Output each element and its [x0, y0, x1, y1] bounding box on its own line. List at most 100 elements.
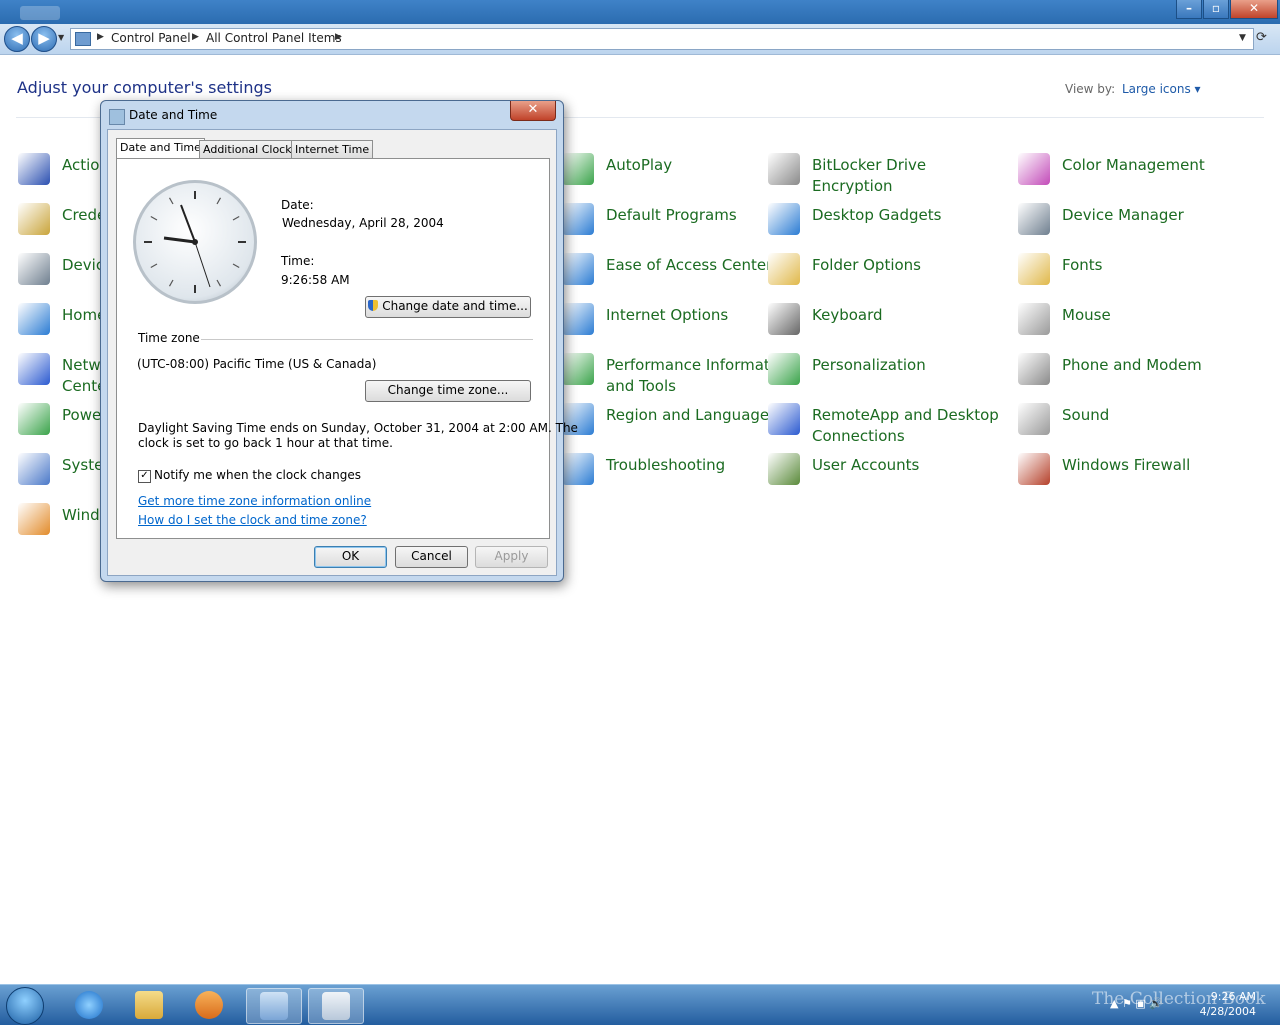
breadcrumb-separator-icon: ▶: [97, 32, 104, 42]
tab-internet-time[interactable]: Internet Time: [291, 140, 374, 159]
control-panel-item[interactable]: Desktop Gadgets: [768, 203, 1008, 247]
breadcrumb-control-panel[interactable]: Control Panel: [111, 31, 191, 45]
back-button[interactable]: ◀: [4, 26, 30, 52]
analog-clock: [133, 180, 257, 304]
control-panel-item[interactable]: AutoPlay: [562, 153, 802, 197]
item-icon: [562, 453, 594, 485]
item-label: RemoteApp and Desktop Connections: [812, 406, 999, 445]
item-icon: [768, 253, 800, 285]
control-panel-item[interactable]: Personalization: [768, 353, 1008, 397]
control-panel-item[interactable]: Performance Information and Tools: [562, 353, 802, 397]
item-icon: [1018, 153, 1050, 185]
control-panel-item[interactable]: Folder Options: [768, 253, 1008, 297]
notification-area[interactable]: ▲ ⚑ ▣ 🔊: [1110, 997, 1163, 1010]
address-bar[interactable]: ▶ Control Panel ▶ All Control Panel Item…: [70, 28, 1254, 50]
item-label: Sound: [1062, 406, 1110, 424]
control-panel-item[interactable]: BitLocker Drive Encryption: [768, 153, 1008, 197]
control-panel-item[interactable]: Phone and Modem: [1018, 353, 1258, 397]
dialog-close-button[interactable]: ✕: [510, 101, 556, 121]
taskbar-internet-explorer[interactable]: [62, 988, 116, 1022]
view-by-label: View by:: [1065, 82, 1116, 96]
time-value: 9:26:58 AM: [281, 273, 350, 287]
breadcrumb-all-items[interactable]: All Control Panel Items: [206, 31, 342, 45]
notify-checkbox[interactable]: ✓: [138, 470, 151, 483]
control-panel-item[interactable]: Ease of Access Center: [562, 253, 802, 297]
date-label: Date:: [281, 198, 314, 212]
how-to-set-clock-link[interactable]: How do I set the clock and time zone?: [138, 513, 367, 527]
item-icon: [1018, 303, 1050, 335]
close-button[interactable]: ✕: [1230, 0, 1278, 19]
item-icon: [1018, 203, 1050, 235]
item-label: Device Manager: [1062, 206, 1184, 224]
date-time-icon: [109, 109, 125, 125]
item-icon: [562, 353, 594, 385]
address-dropdown-icon[interactable]: ▼: [1239, 33, 1246, 43]
view-by-dropdown[interactable]: Large icons ▾: [1122, 82, 1201, 96]
tab-additional-clocks[interactable]: Additional Clocks: [199, 140, 302, 159]
control-panel-icon: [75, 32, 91, 46]
time-label: Time:: [281, 254, 315, 268]
control-panel-item[interactable]: Keyboard: [768, 303, 1008, 347]
dialog-client: Date and Time Additional Clocks Internet…: [107, 129, 578, 576]
item-icon: [768, 303, 800, 335]
taskbar-clock[interactable]: 9:26 AM 4/28/2004: [1196, 989, 1256, 1019]
cancel-button[interactable]: Cancel: [395, 546, 468, 568]
item-icon: [18, 203, 50, 235]
time-zone-info-link[interactable]: Get more time zone information online: [138, 494, 371, 508]
control-panel-item[interactable]: Sound: [1018, 403, 1258, 447]
control-panel-item[interactable]: Windows Firewall: [1018, 453, 1258, 497]
control-panel-item[interactable]: Device Manager: [1018, 203, 1258, 247]
tab-date-and-time[interactable]: Date and Time: [116, 138, 205, 159]
item-label: Desktop Gadgets: [812, 206, 942, 224]
item-label: BitLocker Drive Encryption: [812, 156, 927, 195]
forward-button[interactable]: ▶: [31, 26, 57, 52]
calendar-clock-icon: [322, 992, 350, 1020]
control-panel-item[interactable]: Default Programs: [562, 203, 802, 247]
item-label: Personalization: [812, 356, 926, 374]
item-label: Mouse: [1062, 306, 1111, 324]
shield-icon: [368, 300, 379, 311]
item-icon: [1018, 353, 1050, 385]
item-icon: [18, 153, 50, 185]
start-button[interactable]: [6, 987, 44, 1025]
control-panel-item[interactable]: Region and Language: [562, 403, 802, 447]
item-icon: [18, 253, 50, 285]
change-date-time-button[interactable]: Change date and time...: [365, 296, 531, 318]
window-titlebar: – ▫ ✕: [0, 0, 1280, 24]
item-icon: [562, 253, 594, 285]
minimize-button[interactable]: –: [1176, 0, 1202, 19]
taskbar-media-player[interactable]: [182, 988, 236, 1022]
taskbar-control-panel[interactable]: [246, 988, 302, 1024]
control-panel-item[interactable]: Color Management: [1018, 153, 1258, 197]
recent-pages-chevron-icon[interactable]: ▼: [58, 33, 64, 42]
item-icon: [768, 453, 800, 485]
control-panel-item[interactable]: Mouse: [1018, 303, 1258, 347]
item-label: Keyboard: [812, 306, 883, 324]
control-panel-item[interactable]: Internet Options: [562, 303, 802, 347]
item-icon: [1018, 253, 1050, 285]
control-panel-item[interactable]: Troubleshooting: [562, 453, 802, 497]
folder-icon: [135, 991, 163, 1019]
internet-explorer-icon: [75, 991, 103, 1019]
item-label: Phone and Modem: [1062, 356, 1202, 374]
time-zone-value: (UTC-08:00) Pacific Time (US & Canada): [137, 357, 377, 371]
change-time-zone-button[interactable]: Change time zone...: [365, 380, 531, 402]
item-icon: [18, 403, 50, 435]
taskbar-date-time[interactable]: [308, 988, 364, 1024]
control-panel-item[interactable]: User Accounts: [768, 453, 1008, 497]
maximize-button[interactable]: ▫: [1203, 0, 1229, 19]
control-panel-item[interactable]: Fonts: [1018, 253, 1258, 297]
refresh-icon[interactable]: ⟳: [1256, 30, 1267, 45]
ok-button[interactable]: OK: [314, 546, 387, 568]
taskbar-explorer[interactable]: [122, 988, 176, 1022]
item-icon: [768, 353, 800, 385]
item-icon: [18, 503, 50, 535]
taskbar: The Collection Book ▲ ⚑ ▣ 🔊 9:26 AM 4/28/…: [0, 984, 1280, 1025]
dst-text-line1: Daylight Saving Time ends on Sunday, Oct…: [138, 421, 578, 435]
item-icon: [562, 203, 594, 235]
item-label: Color Management: [1062, 156, 1205, 174]
time-zone-label: Time zone: [138, 331, 200, 345]
item-icon: [18, 353, 50, 385]
control-panel-item[interactable]: RemoteApp and Desktop Connections: [768, 403, 1008, 447]
apply-button[interactable]: Apply: [475, 546, 548, 568]
